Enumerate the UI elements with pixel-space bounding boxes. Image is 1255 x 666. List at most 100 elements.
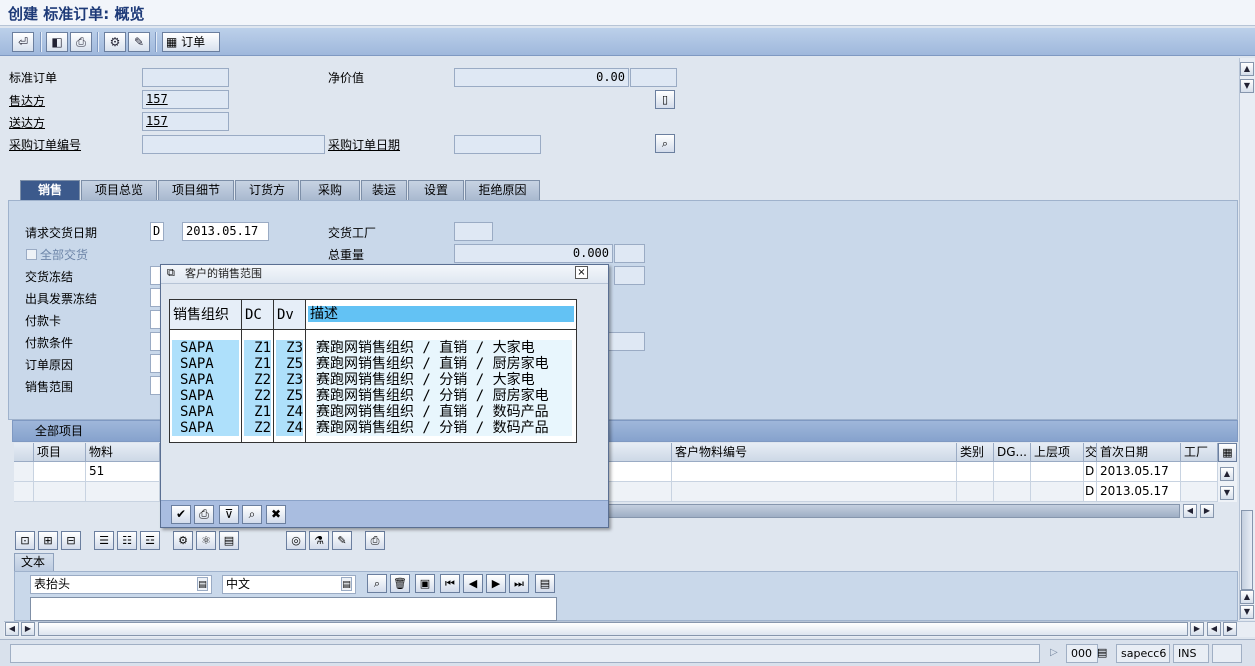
edit-conditions-icon[interactable]: ✎ [332, 531, 352, 550]
scroll-right-icon[interactable]: ▶ [21, 622, 35, 636]
tab-rejection-reason[interactable]: 拒绝原因 [465, 180, 540, 200]
binoculars-icon[interactable]: ⌕ [242, 505, 262, 524]
table-cell-delivery[interactable]: D [1084, 462, 1097, 482]
variants-icon[interactable]: ⚛ [196, 531, 216, 550]
currency-field[interactable] [630, 68, 677, 87]
configuration-icon[interactable]: ⚙ [173, 531, 193, 550]
tab-item-detail[interactable]: 项目细节 [158, 180, 234, 200]
table-cell-first-date[interactable]: 2013.05.17 [1097, 482, 1181, 502]
insert-mode[interactable]: INS [1173, 644, 1209, 663]
expand-status-icon[interactable]: ▷ [1050, 647, 1058, 658]
text-editor-icon[interactable]: ▣ [415, 574, 435, 593]
tab-text[interactable]: 文本 [14, 553, 54, 571]
sold-to-label[interactable]: 售达方 [9, 93, 45, 109]
dropdown-icon[interactable]: ▤ [197, 577, 208, 591]
std-order-field[interactable] [142, 68, 229, 87]
col-material[interactable]: 物料 [86, 443, 160, 462]
col-dg[interactable]: DG... [994, 443, 1031, 462]
table-cell-plant[interactable] [1181, 482, 1218, 502]
edit-icon[interactable]: ✎ [128, 32, 150, 52]
previous-page-icon[interactable]: ◀ [463, 574, 483, 593]
list-item-org[interactable]: SAPA [172, 420, 239, 436]
po-number-label[interactable]: 采购订单编号 [9, 137, 81, 153]
dropdown-icon[interactable]: ▤ [341, 577, 352, 591]
list-item-dv[interactable]: Z3 [276, 340, 303, 356]
pricing-icon[interactable]: ◎ [286, 531, 306, 550]
po-date-field[interactable] [454, 135, 541, 154]
print-icon[interactable]: ⎙ [194, 505, 214, 524]
table-cell-first-date[interactable]: 2013.05.17 [1097, 462, 1181, 482]
list-item-dc[interactable]: Z2 [244, 388, 271, 404]
order-button[interactable]: ▦ 订单 [162, 32, 220, 52]
table-cell-higher-item[interactable] [1031, 462, 1084, 482]
tab-settings[interactable]: 设置 [408, 180, 464, 200]
tab-procurement[interactable]: 采购 [300, 180, 360, 200]
text-details-icon[interactable]: ▤ [535, 574, 555, 593]
table-cell-cust-material[interactable] [672, 462, 957, 482]
table-cell[interactable] [608, 482, 672, 502]
first-page-icon[interactable]: ⏮ [440, 574, 460, 593]
table-cell-material[interactable]: 51 [86, 462, 160, 482]
list-item-desc[interactable]: 赛跑网销售组织 / 分销 / 厨房家电 [316, 388, 572, 404]
table-cell-higher-item[interactable] [1031, 482, 1084, 502]
po-number-field[interactable] [142, 135, 325, 154]
table-horizontal-scrollbar[interactable] [608, 504, 1180, 518]
col-delivery[interactable]: 交 [1084, 443, 1097, 462]
tab-sales[interactable]: 销售 [20, 180, 80, 200]
scroll-thumb[interactable] [1241, 510, 1253, 590]
table-cell-cust-material[interactable] [672, 482, 957, 502]
scroll-up-icon[interactable]: ▲ [1240, 590, 1254, 604]
document-icon[interactable]: ▯ [655, 90, 675, 109]
deselect-all-icon[interactable]: ☷ [117, 531, 137, 550]
table-cell-dg[interactable] [994, 482, 1031, 502]
col-dc[interactable]: DC [242, 300, 274, 330]
list-item-dc[interactable]: Z2 [244, 372, 271, 388]
payment-terms-extra-field[interactable] [606, 332, 645, 351]
req-delivery-date-field[interactable]: 2013.05.17 [182, 222, 269, 241]
select-block-icon[interactable]: ☲ [140, 531, 160, 550]
list-item-dv[interactable]: Z5 [276, 388, 303, 404]
close-icon[interactable]: × [575, 266, 588, 279]
list-item-desc[interactable]: 赛跑网销售组织 / 直销 / 数码产品 [316, 404, 572, 420]
print-icon[interactable]: ⎙ [70, 32, 92, 52]
table-cell-item[interactable] [34, 482, 86, 502]
item-detail-icon[interactable]: ⊡ [15, 531, 35, 550]
zoom-icon[interactable]: ⌕ [367, 574, 387, 593]
text-editor[interactable] [30, 597, 557, 621]
table-cell-delivery[interactable]: D [1084, 482, 1097, 502]
cancel-icon[interactable]: ✖ [266, 505, 286, 524]
table-cell-category[interactable] [957, 482, 994, 502]
lookup-icon[interactable]: ⌕ [655, 134, 675, 153]
enter-icon[interactable]: ⏎ [12, 32, 34, 52]
scroll-left-icon[interactable]: ◀ [1207, 622, 1221, 636]
col-customer-material[interactable]: 客户物料编号 [672, 443, 957, 462]
table-scroll-up-icon[interactable]: ▲ [1220, 467, 1234, 481]
ship-to-field[interactable]: 157 [142, 112, 229, 131]
dialog-title-bar[interactable]: ⧉ 客户的销售范围 × [161, 265, 608, 284]
col-dv[interactable]: Dv [274, 300, 306, 330]
col-description[interactable]: 描述 [306, 300, 576, 330]
delete-icon[interactable]: 🗑︎ [390, 574, 410, 593]
list-item-org[interactable]: SAPA [172, 388, 239, 404]
col-higher-item[interactable]: 上层项 [1031, 443, 1084, 462]
scroll-down-icon[interactable]: ▼ [1240, 605, 1254, 619]
row-selector[interactable] [14, 482, 34, 502]
ship-to-label[interactable]: 送达方 [9, 115, 45, 131]
col-category[interactable]: 类别 [957, 443, 994, 462]
table-cell-plant[interactable] [1181, 462, 1218, 482]
list-item-org[interactable]: SAPA [172, 340, 239, 356]
language-select[interactable]: 中文 [222, 575, 356, 594]
list-item-dc[interactable]: Z2 [244, 420, 271, 436]
system-info-icon[interactable]: ▤ [1097, 646, 1107, 659]
row-selector[interactable] [14, 462, 34, 482]
column-config-icon[interactable]: ▦ [1218, 443, 1237, 462]
list-item-desc[interactable]: 赛跑网销售组织 / 分销 / 数码产品 [316, 420, 572, 436]
next-page-icon[interactable]: ▶ [486, 574, 506, 593]
table-cell-dg[interactable] [994, 462, 1031, 482]
tab-item-overview[interactable]: 项目总览 [81, 180, 157, 200]
last-page-icon[interactable]: ⏭ [509, 574, 529, 593]
schedule-icon[interactable]: ▤ [219, 531, 239, 550]
table-scroll-right-icon[interactable]: ▶ [1200, 504, 1214, 518]
col-plant[interactable]: 工厂 [1181, 443, 1218, 462]
list-item-desc[interactable]: 赛跑网销售组织 / 分销 / 大家电 [316, 372, 572, 388]
